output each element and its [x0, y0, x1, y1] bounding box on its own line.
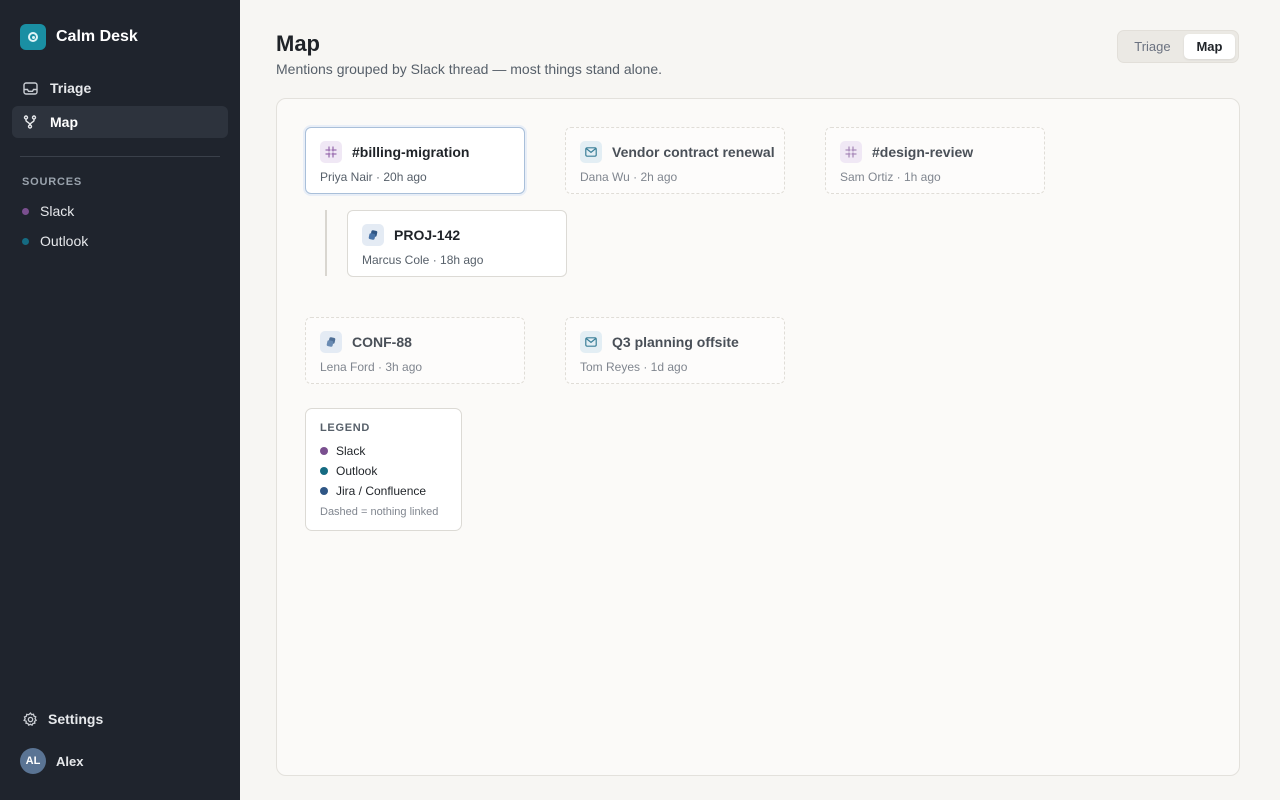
nav-item-label: Map	[50, 114, 78, 130]
legend-label: Slack	[336, 444, 366, 458]
legend-dot	[320, 467, 328, 475]
nav-item-label: Triage	[50, 80, 92, 96]
card-meta: Lena Ford · 3h ago	[320, 360, 423, 374]
map-card-conf-88[interactable]: CONF-88 Lena Ford · 3h ago	[305, 317, 525, 384]
user-profile[interactable]: AL Alex	[20, 748, 83, 774]
map-card-billing-migration[interactable]: #billing-migration Priya Nair · 20h ago	[305, 127, 525, 194]
card-meta: Dana Wu · 2h ago	[580, 170, 678, 184]
map-card-proj-142[interactable]: PROJ-142 Marcus Cole · 18h ago	[347, 210, 567, 277]
map-card-q3-planning-offsite[interactable]: Q3 planning offsite Tom Reyes · 1d ago	[565, 317, 785, 384]
map-card-vendor-contract-renewal[interactable]: Vendor contract renewal Dana Wu · 2h ago	[565, 127, 785, 194]
mail-icon	[580, 331, 602, 353]
view-toggle: Triage Map	[1117, 30, 1239, 63]
source-label: Outlook	[40, 233, 89, 249]
slack-icon	[320, 141, 342, 163]
nav-item-triage[interactable]: Triage	[12, 72, 228, 104]
source-item-slack[interactable]: Slack	[22, 203, 74, 219]
legend-item-outlook: Outlook	[320, 464, 377, 478]
nav-item-map[interactable]: Map	[12, 106, 228, 138]
map-card-design-review[interactable]: #design-review Sam Ortiz · 1h ago	[825, 127, 1045, 194]
card-meta: Marcus Cole · 18h ago	[362, 253, 484, 267]
view-toggle-triage[interactable]: Triage	[1121, 34, 1184, 59]
card-title: #billing-migration	[352, 144, 470, 160]
card-title: CONF-88	[352, 334, 412, 350]
legend-label: Outlook	[336, 464, 378, 478]
legend-item-slack: Slack	[320, 444, 365, 458]
view-toggle-map[interactable]: Map	[1183, 34, 1235, 59]
legend-dot	[320, 447, 328, 455]
page-title: Map	[276, 31, 320, 56]
inbox-icon	[22, 80, 38, 96]
sidebar: Calm Desk Triage Map SOURCES Slack Outlo…	[0, 0, 240, 800]
legend-item-jira-confluence: Jira / Confluence	[320, 484, 426, 498]
card-meta: Tom Reyes · 1d ago	[580, 360, 688, 374]
user-name: Alex	[56, 753, 84, 769]
settings-button[interactable]: Settings	[22, 711, 103, 727]
card-title: Vendor contract renewal	[612, 144, 775, 160]
calm-desk-logo-icon	[20, 24, 46, 50]
sidebar-divider	[20, 156, 220, 157]
card-meta: Priya Nair · 20h ago	[320, 170, 427, 184]
legend-label: Jira / Confluence	[336, 484, 427, 498]
jira-icon	[320, 331, 342, 353]
source-label: Slack	[40, 203, 75, 219]
page-subtitle: Mentions grouped by Slack thread — most …	[276, 61, 662, 77]
thread-connector	[325, 210, 327, 276]
outlook-color-dot	[22, 237, 29, 245]
slack-color-dot	[22, 207, 29, 215]
app-name: Calm Desk	[56, 28, 138, 45]
legend-title: LEGEND	[320, 422, 371, 434]
jira-icon	[362, 224, 384, 246]
mail-icon	[580, 141, 602, 163]
brand[interactable]: Calm Desk	[20, 24, 138, 50]
sources-heading: SOURCES	[22, 176, 82, 188]
legend-note: Dashed = nothing linked	[320, 506, 439, 518]
gear-icon	[22, 711, 38, 727]
card-title: #design-review	[872, 144, 974, 160]
avatar: AL	[20, 748, 46, 774]
card-title: Q3 planning offsite	[612, 334, 739, 350]
card-meta: Sam Ortiz · 1h ago	[840, 170, 941, 184]
card-title: PROJ-142	[394, 227, 461, 243]
settings-label: Settings	[48, 711, 104, 727]
slack-icon	[840, 141, 862, 163]
map-canvas: #billing-migration Priya Nair · 20h ago …	[276, 98, 1240, 776]
branch-icon	[22, 114, 38, 130]
source-item-outlook[interactable]: Outlook	[22, 233, 88, 249]
legend-dot	[320, 487, 328, 495]
map-legend: LEGEND Slack Outlook Jira / Confluence D…	[305, 408, 462, 531]
